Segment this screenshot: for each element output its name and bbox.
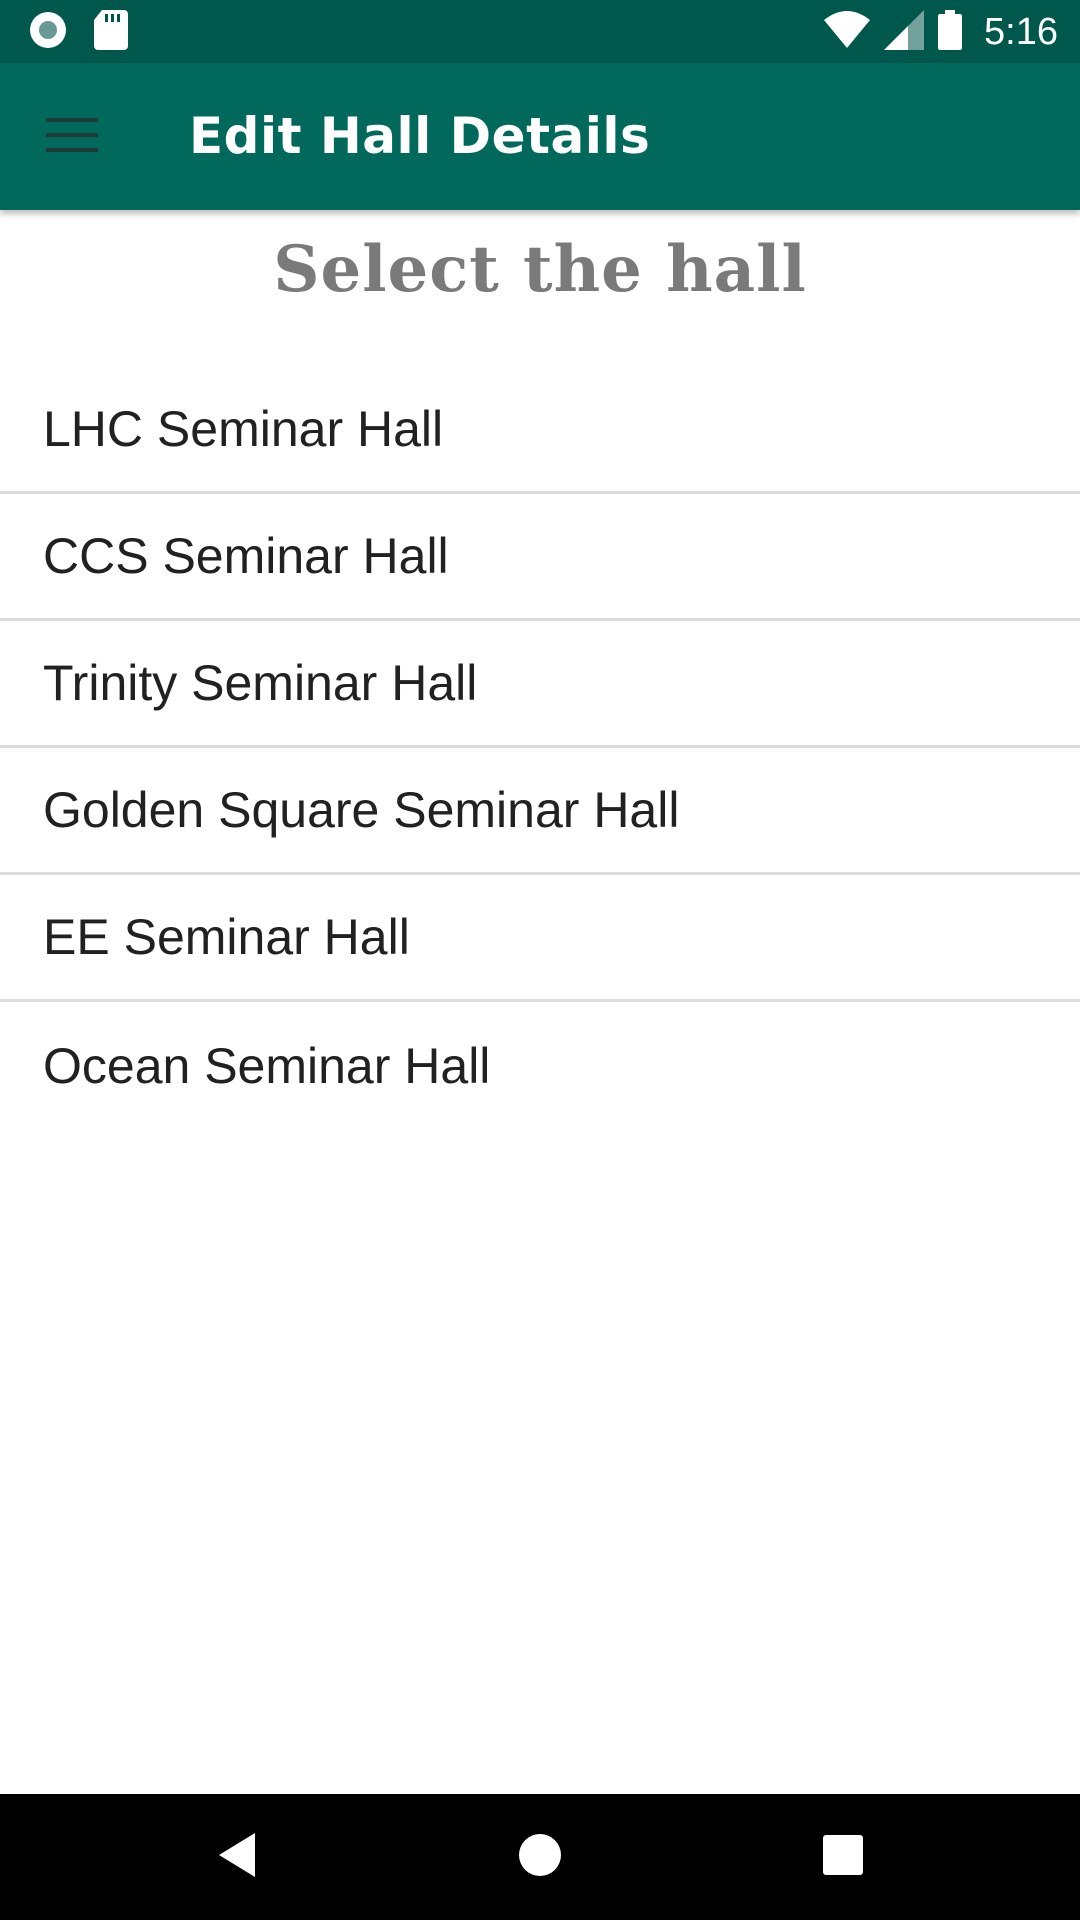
hall-item-label: EE Seminar Hall [43,909,410,965]
hall-item-label: LHC Seminar Hall [43,401,444,457]
system-nav-bar [0,1794,1080,1920]
hall-list-item[interactable]: CCS Seminar Hall [0,494,1080,621]
menu-button[interactable] [32,105,112,169]
status-time: 5:16 [984,10,1058,53]
back-icon [215,1831,259,1884]
section-heading: Select the hall [273,232,807,307]
recents-icon [822,1834,864,1881]
hall-item-label: Ocean Seminar Hall [43,1037,491,1094]
status-left-icons [28,9,128,55]
recents-button[interactable] [810,1824,876,1890]
signal-icon [884,9,925,55]
status-right-icons: 5:16 [824,8,1058,56]
home-button[interactable] [507,1824,573,1890]
page-title: Edit Hall Details [189,107,651,165]
hall-item-label: Golden Square Seminar Hall [43,782,680,838]
hall-list: LHC Seminar Hall CCS Seminar Hall Trinit… [0,367,1080,1129]
app-bar: Edit Hall Details [0,63,1080,210]
wifi-icon [824,10,871,55]
hamburger-menu-icon [46,116,98,159]
hall-item-label: CCS Seminar Hall [43,528,449,584]
record-icon [28,10,68,55]
hall-list-item[interactable]: EE Seminar Hall [0,875,1080,1002]
home-icon [517,1832,563,1883]
status-bar: 5:16 [0,0,1080,63]
sd-card-icon [94,9,128,55]
battery-icon [938,9,963,55]
back-button[interactable] [204,1824,270,1890]
hall-list-item[interactable]: Golden Square Seminar Hall [0,748,1080,875]
hall-list-item[interactable]: Ocean Seminar Hall [0,1002,1080,1129]
hall-list-item[interactable]: Trinity Seminar Hall [0,621,1080,748]
main-content: Select the hall LHC Seminar Hall CCS Sem… [0,210,1080,1794]
hall-item-label: Trinity Seminar Hall [43,655,478,711]
hall-list-item[interactable]: LHC Seminar Hall [0,367,1080,494]
